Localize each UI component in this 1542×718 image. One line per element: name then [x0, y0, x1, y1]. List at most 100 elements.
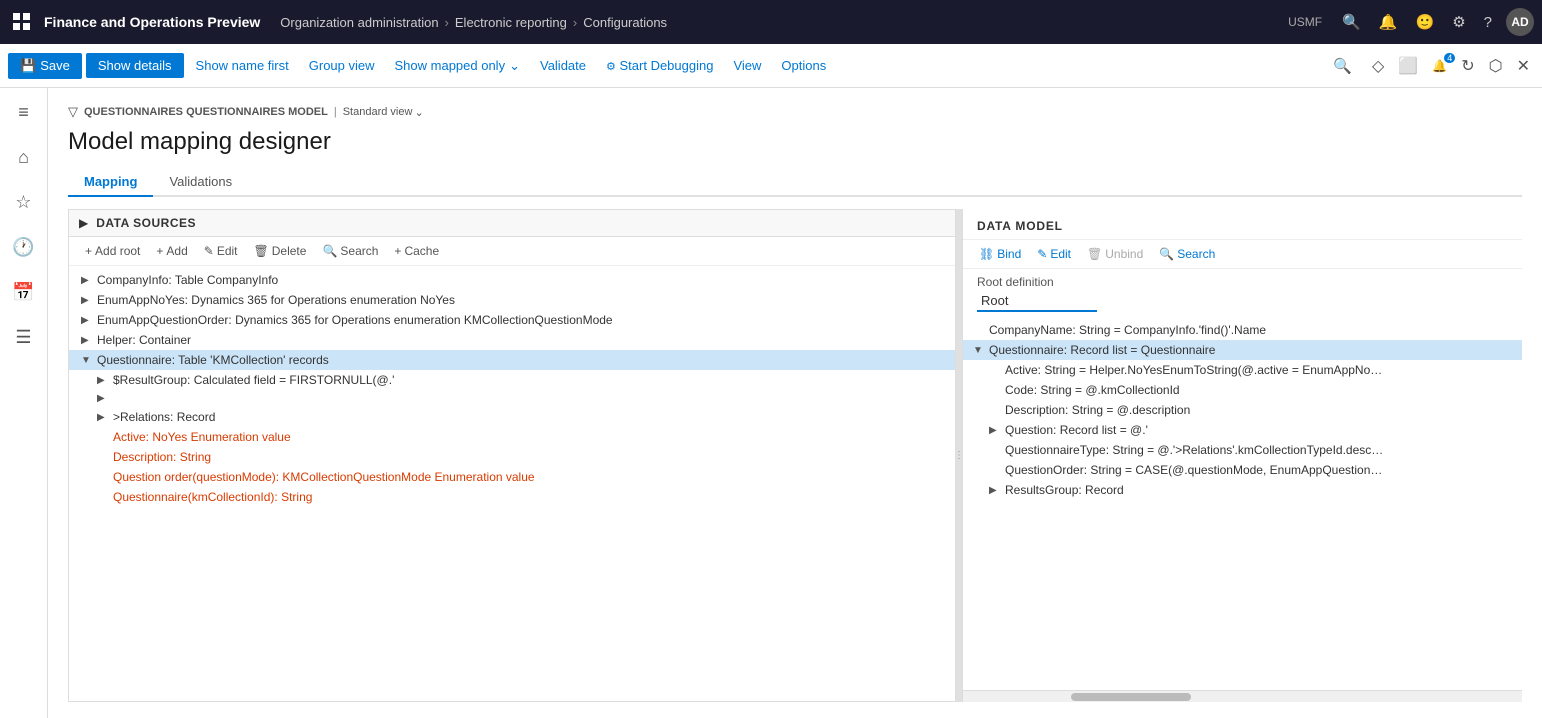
diamond-icon[interactable]: ◇	[1368, 52, 1388, 80]
add-root-button[interactable]: + Add root	[79, 241, 146, 261]
user-avatar[interactable]: AD	[1506, 8, 1534, 36]
dm-item-text: Active: String = Helper.NoYesEnumToStrin…	[1005, 363, 1512, 377]
sidebar-list-icon[interactable]: ☰	[9, 321, 37, 354]
tree-item-text: $ResultGroup: Calculated field = FIRSTOR…	[113, 373, 947, 387]
save-button[interactable]: 💾 Save	[8, 53, 82, 79]
dm-tree-item[interactable]: ▶ResultsGroup: Record	[963, 480, 1522, 500]
plus-root-icon: +	[85, 244, 92, 258]
unbind-icon: 🗑	[1087, 247, 1102, 261]
unbind-button[interactable]: 🗑 Unbind	[1081, 244, 1149, 264]
ds-tree: ▶CompanyInfo: Table CompanyInfo▶EnumAppN…	[69, 266, 955, 701]
popout-icon[interactable]: ⬡	[1485, 52, 1507, 80]
tab-mapping[interactable]: Mapping	[68, 168, 153, 197]
breadcrumb-er[interactable]: Electronic reporting	[455, 15, 567, 30]
ds-tree-item[interactable]: Question order(questionMode): KMCollecti…	[69, 467, 955, 487]
group-view-button[interactable]: Group view	[301, 53, 383, 78]
dm-tree-item[interactable]: Active: String = Helper.NoYesEnumToStrin…	[963, 360, 1522, 380]
dm-tree-item[interactable]: QuestionnaireType: String = @.'>Relation…	[963, 440, 1522, 460]
ds-tree-item[interactable]: ▼Questionnaire: Table 'KMCollection' rec…	[69, 350, 955, 370]
ds-panel-header: ▶ DATA SOURCES	[69, 210, 955, 237]
dm-scrollbar[interactable]	[963, 690, 1522, 702]
debug-icon: ⚙	[606, 61, 616, 73]
sidebar-clock-icon[interactable]: 🕐	[6, 231, 40, 264]
dm-toolbar: ⛓ Bind ✎ Edit 🗑 Unbind 🔍 Search	[963, 240, 1522, 269]
top-breadcrumb: Organization administration › Electronic…	[280, 15, 1280, 30]
ds-tree-item[interactable]: ▶EnumAppQuestionOrder: Dynamics 365 for …	[69, 310, 955, 330]
dm-search-button[interactable]: 🔍 Search	[1153, 244, 1221, 264]
tab-validations[interactable]: Validations	[153, 168, 248, 197]
delete-button[interactable]: 🗑 Delete	[248, 241, 313, 261]
dm-tree-item[interactable]: Description: String = @.description	[963, 400, 1522, 420]
ds-tree-item[interactable]: Description: String	[69, 447, 955, 467]
root-definition: Root definition Root	[963, 269, 1522, 316]
dm-item-text: Code: String = @.kmCollectionId	[1005, 383, 1512, 397]
edit-button[interactable]: ✎ Edit	[198, 241, 244, 261]
sidebar-star-icon[interactable]: ☆	[9, 186, 37, 219]
dm-edit-button[interactable]: ✎ Edit	[1031, 244, 1077, 264]
cache-button[interactable]: + Cache	[388, 241, 445, 261]
ds-tree-item[interactable]: ▶EnumAppNoYes: Dynamics 365 for Operatio…	[69, 290, 955, 310]
show-name-first-button[interactable]: Show name first	[188, 53, 297, 78]
ds-expand-icon[interactable]: ▶	[79, 216, 88, 230]
dm-tree-item[interactable]: Code: String = @.kmCollectionId	[963, 380, 1522, 400]
filter-icon[interactable]: ▽	[68, 104, 78, 120]
ds-search-icon: 🔍	[322, 244, 337, 258]
toolbar-search-icon[interactable]: 🔍	[1325, 53, 1360, 79]
ds-tree-item[interactable]: Questionnaire(kmCollectionId): String	[69, 487, 955, 507]
expand-icon: ▶	[989, 485, 1001, 496]
settings-icon[interactable]: ⚙	[1448, 9, 1469, 35]
dm-tree-item[interactable]: ▶Question: Record list = @.'	[963, 420, 1522, 440]
bind-button[interactable]: ⛓ Bind	[973, 244, 1027, 264]
view-button[interactable]: View	[725, 53, 769, 78]
badge-icon[interactable]: 🔔4	[1428, 55, 1451, 77]
expand-icon: ▶	[989, 425, 1001, 436]
breadcrumb-config[interactable]: Configurations	[583, 15, 667, 30]
expand-icon[interactable]: ⬜	[1394, 52, 1422, 80]
tree-item-text: Description: String	[113, 450, 947, 464]
ds-tree-item[interactable]: Active: NoYes Enumeration value	[69, 427, 955, 447]
refresh-icon[interactable]: ↻	[1457, 52, 1478, 80]
search-nav-icon[interactable]: 🔍	[1338, 9, 1365, 35]
close-icon[interactable]: ✕	[1513, 52, 1534, 80]
sep1: ›	[445, 15, 449, 30]
show-details-button[interactable]: Show details	[86, 53, 184, 78]
expand-icon: ▶	[97, 412, 109, 423]
dm-tree-item[interactable]: QuestionOrder: String = CASE(@.questionM…	[963, 460, 1522, 480]
help-icon[interactable]: ?	[1480, 10, 1496, 35]
sidebar-calendar-icon[interactable]: 📅	[6, 276, 40, 309]
breadcrumb-row: ▽ QUESTIONNAIRES QUESTIONNAIRES MODEL | …	[68, 104, 1522, 120]
ds-tree-item[interactable]: ▶Helper: Container	[69, 330, 955, 350]
dm-tree-item[interactable]: CompanyName: String = CompanyInfo.'find(…	[963, 320, 1522, 340]
expand-icon: ▼	[81, 355, 93, 366]
ds-toolbar: + Add root + Add ✎ Edit 🗑	[69, 237, 955, 266]
ds-search-button[interactable]: 🔍 Search	[316, 241, 384, 261]
smiley-icon[interactable]: 🙂	[1412, 9, 1439, 35]
scrollbar-thumb[interactable]	[1071, 693, 1191, 701]
ds-tree-item[interactable]: ▶$ResultGroup: Calculated field = FIRSTO…	[69, 370, 955, 390]
edit-icon: ✎	[204, 244, 214, 258]
cache-icon: +	[394, 244, 401, 258]
ds-panel-title: DATA SOURCES	[96, 216, 196, 230]
ds-tree-item[interactable]: ▶CompanyInfo: Table CompanyInfo	[69, 270, 955, 290]
breadcrumb-sep: |	[334, 106, 337, 118]
root-def-label: Root definition	[977, 275, 1054, 289]
app-grid-icon[interactable]	[8, 8, 36, 36]
ds-tree-item[interactable]: ▶	[69, 390, 955, 407]
sidebar-menu-icon[interactable]: ≡	[12, 96, 35, 129]
data-sources-container: ▶ DATA SOURCES + Add root + Add	[68, 209, 956, 702]
root-def-value[interactable]: Root	[977, 291, 1097, 312]
bell-icon[interactable]: 🔔	[1375, 9, 1402, 35]
start-debugging-button[interactable]: ⚙ Start Debugging	[598, 53, 721, 78]
breadcrumb-org-admin[interactable]: Organization administration	[280, 15, 438, 30]
validate-button[interactable]: Validate	[532, 53, 594, 78]
sidebar-home-icon[interactable]: ⌂	[12, 141, 35, 174]
data-sources-panel: ▶ DATA SOURCES + Add root + Add	[68, 209, 956, 702]
add-button[interactable]: + Add	[150, 241, 193, 261]
options-button[interactable]: Options	[773, 53, 834, 78]
show-mapped-only-dropdown[interactable]: Show mapped only ⌄	[387, 53, 528, 79]
dm-tree-item[interactable]: ▼Questionnaire: Record list = Questionna…	[963, 340, 1522, 360]
view-dropdown[interactable]: Standard view ⌄	[343, 106, 424, 119]
ds-tree-item[interactable]: ▶>Relations: Record	[69, 407, 955, 427]
dm-panel-title: DATA MODEL	[963, 209, 1522, 240]
trash-icon: 🗑	[254, 244, 269, 258]
